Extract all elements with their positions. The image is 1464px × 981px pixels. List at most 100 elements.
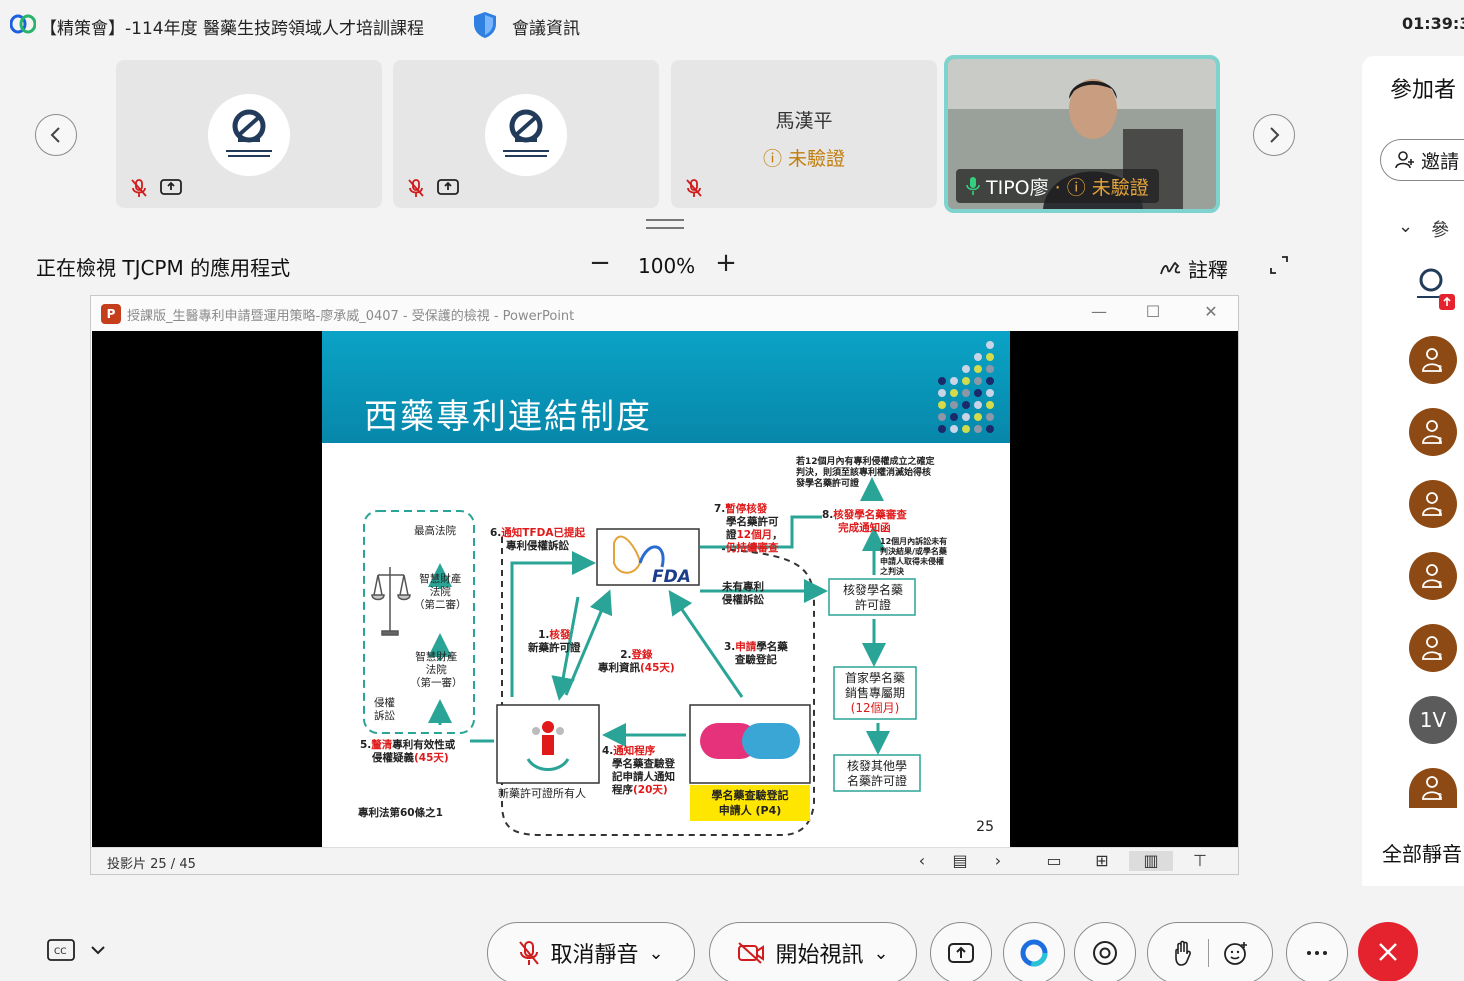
participant-tile[interactable] <box>393 60 659 208</box>
section-toggle[interactable]: ⌄ 參 <box>1398 216 1449 242</box>
add-person-icon <box>1395 151 1414 169</box>
maximize-icon[interactable]: ☐ <box>1141 302 1165 321</box>
closed-captions-icon[interactable]: CC <box>46 938 76 964</box>
chevron-down-icon[interactable]: ⌄ <box>873 943 888 964</box>
decoration-dot <box>986 353 994 361</box>
active-speaker-video-tile[interactable]: TIPO廖 · ⓘ 未驗證 <box>944 55 1220 213</box>
previous-page-button[interactable] <box>35 114 77 156</box>
decoration-dot <box>974 401 982 409</box>
powerpoint-titlebar: P 授課版_生醫專利申請暨運用策略-廖承威_0407 - 受保護的檢視 - Po… <box>91 296 1238 331</box>
guest-avatar[interactable]: ? <box>1409 408 1457 456</box>
court-ip-first: 智慧財產 法院 （第一審） <box>410 651 463 689</box>
slideshow-icon[interactable]: ⊤ <box>1189 851 1211 871</box>
record-button[interactable] <box>1074 922 1136 981</box>
chevron-right-icon <box>1270 127 1280 143</box>
participant-name: 馬漢平 <box>775 110 833 132</box>
participant-tile[interactable] <box>116 60 382 208</box>
guest-avatar[interactable]: ? <box>1409 552 1457 600</box>
decoration-dot <box>938 401 946 409</box>
guest-avatar[interactable]: ? <box>1409 624 1457 672</box>
next-page-button[interactable] <box>1253 114 1295 156</box>
mic-muted-icon <box>519 941 540 965</box>
unmute-button[interactable]: 取消靜音 ⌄ <box>487 922 695 981</box>
shared-powerpoint-window: P 授課版_生醫專利申請暨運用策略-廖承威_0407 - 受保護的檢視 - Po… <box>90 295 1239 875</box>
more-options-button[interactable] <box>1286 922 1348 981</box>
decoration-dot <box>974 425 982 433</box>
close-icon[interactable]: ✕ <box>1199 302 1223 321</box>
slide-footnote: 專利法第60條之1 <box>358 807 443 819</box>
zoom-out-button[interactable]: − <box>588 248 612 278</box>
initials-avatar[interactable]: 1V <box>1409 696 1457 744</box>
share-content-button[interactable] <box>930 922 992 981</box>
next-slide-icon[interactable]: › <box>987 851 1009 871</box>
guest-avatar[interactable]: ? <box>1409 336 1457 384</box>
security-shield-icon[interactable] <box>472 10 498 40</box>
question-circle-icon: · ⓘ <box>1054 176 1086 199</box>
decoration-dot <box>986 341 994 349</box>
guest-avatar[interactable]: ? <box>1409 768 1457 808</box>
step-7: 7.暫停核發 學名藥許可 證12個月， 仍持續審查 <box>714 503 783 554</box>
leave-meeting-button[interactable] <box>1358 922 1418 981</box>
invite-button[interactable]: 邀請 <box>1380 139 1464 181</box>
annotate-button[interactable]: 註釋 <box>1160 254 1228 283</box>
slide-title: 西藥專利連結制度 <box>364 397 652 437</box>
step-1: 1.核發 新藥許可證 <box>528 629 581 654</box>
title-bar: 【精策會】-114年度 醫藥生技跨領域人才培訓課程 會議資訊 01:39:36 <box>0 0 1464 52</box>
chevron-down-icon[interactable] <box>88 940 108 960</box>
normal-view-icon[interactable]: ▭ <box>1043 851 1065 871</box>
step-3: 3.申請學名藥 查驗登記 <box>724 641 788 666</box>
record-icon <box>1093 941 1117 965</box>
participant-avatar-logo[interactable] <box>1409 264 1459 312</box>
resize-handle[interactable] <box>646 219 684 229</box>
step-4: 4.通知程序 學名藥查驗登 記申請人通知 程序(20天) <box>602 745 675 796</box>
svg-text:?: ? <box>1437 652 1442 661</box>
ai-assistant-button[interactable] <box>1003 922 1065 981</box>
decoration-dot <box>962 413 970 421</box>
fullscreen-icon[interactable] <box>1268 254 1290 276</box>
panel-title: 參加者 <box>1390 78 1457 103</box>
question-circle-icon: ⓘ <box>762 148 782 170</box>
camera-off-icon <box>738 942 765 964</box>
meeting-clock: 01:39:36 <box>1402 14 1464 33</box>
court-ip-second: 智慧財產 法院 （第二審） <box>414 573 467 611</box>
speaker-label: TIPO廖 · ⓘ 未驗證 <box>956 169 1159 203</box>
slide-counter: 投影片 25 / 45 <box>107 857 196 872</box>
court-supreme: 最高法院 <box>414 525 456 537</box>
decoration-dot <box>938 413 946 421</box>
ai-assistant-icon <box>1020 939 1048 967</box>
slide-sorter-icon[interactable]: ⊞ <box>1091 851 1113 871</box>
decoration-dot <box>938 377 946 385</box>
mic-muted-icon <box>686 179 702 197</box>
chevron-down-icon[interactable]: ⌄ <box>648 943 663 964</box>
decoration-dot <box>950 389 958 397</box>
slide-header: 西藥專利連結制度 <box>322 331 1010 443</box>
meeting-info-link[interactable]: 會議資訊 <box>512 14 580 39</box>
reactions-button[interactable] <box>1147 922 1273 981</box>
node-generic-applicant: 學名藥查驗登記 申請人 (P4) <box>690 785 810 821</box>
svg-text:?: ? <box>1437 436 1442 445</box>
mic-muted-icon <box>131 179 147 197</box>
reading-view-icon[interactable]: ▥ <box>1129 851 1173 871</box>
no-suit-label: 未有專利 侵權訴訟 <box>722 581 764 606</box>
annotate-pen-icon <box>1160 261 1181 274</box>
slide-menu-icon[interactable]: ▤ <box>949 851 971 871</box>
prev-slide-icon[interactable]: ‹ <box>911 851 933 871</box>
chevron-down-icon: ⌄ <box>1398 216 1414 237</box>
mute-all-button[interactable]: 全部靜音 <box>1382 838 1462 867</box>
unverified-status: ⓘ 未驗證 <box>762 148 846 170</box>
participant-tile[interactable]: 馬漢平 ⓘ 未驗證 <box>671 60 937 208</box>
decoration-dot <box>950 401 958 409</box>
minimize-icon[interactable]: — <box>1087 302 1111 321</box>
side-note: 12個月內訴訟未有 判決結果/或學名藥 申請人取得未侵權 之判決 <box>880 537 948 576</box>
guest-avatar[interactable]: ? <box>1409 480 1457 528</box>
decoration-dot <box>962 401 970 409</box>
divider <box>1207 939 1209 967</box>
decoration-dot <box>974 353 982 361</box>
start-video-button[interactable]: 開始視訊 ⌄ <box>709 922 917 981</box>
decoration-dot <box>986 401 994 409</box>
tjcpm-logo-icon <box>208 94 290 176</box>
decoration-dot <box>938 389 946 397</box>
zoom-in-button[interactable]: + <box>714 248 738 278</box>
viewing-label: 正在檢視 TJCPM 的應用程式 <box>36 256 291 280</box>
node-approve-generic: 核發學名藥 許可證 <box>842 583 903 612</box>
